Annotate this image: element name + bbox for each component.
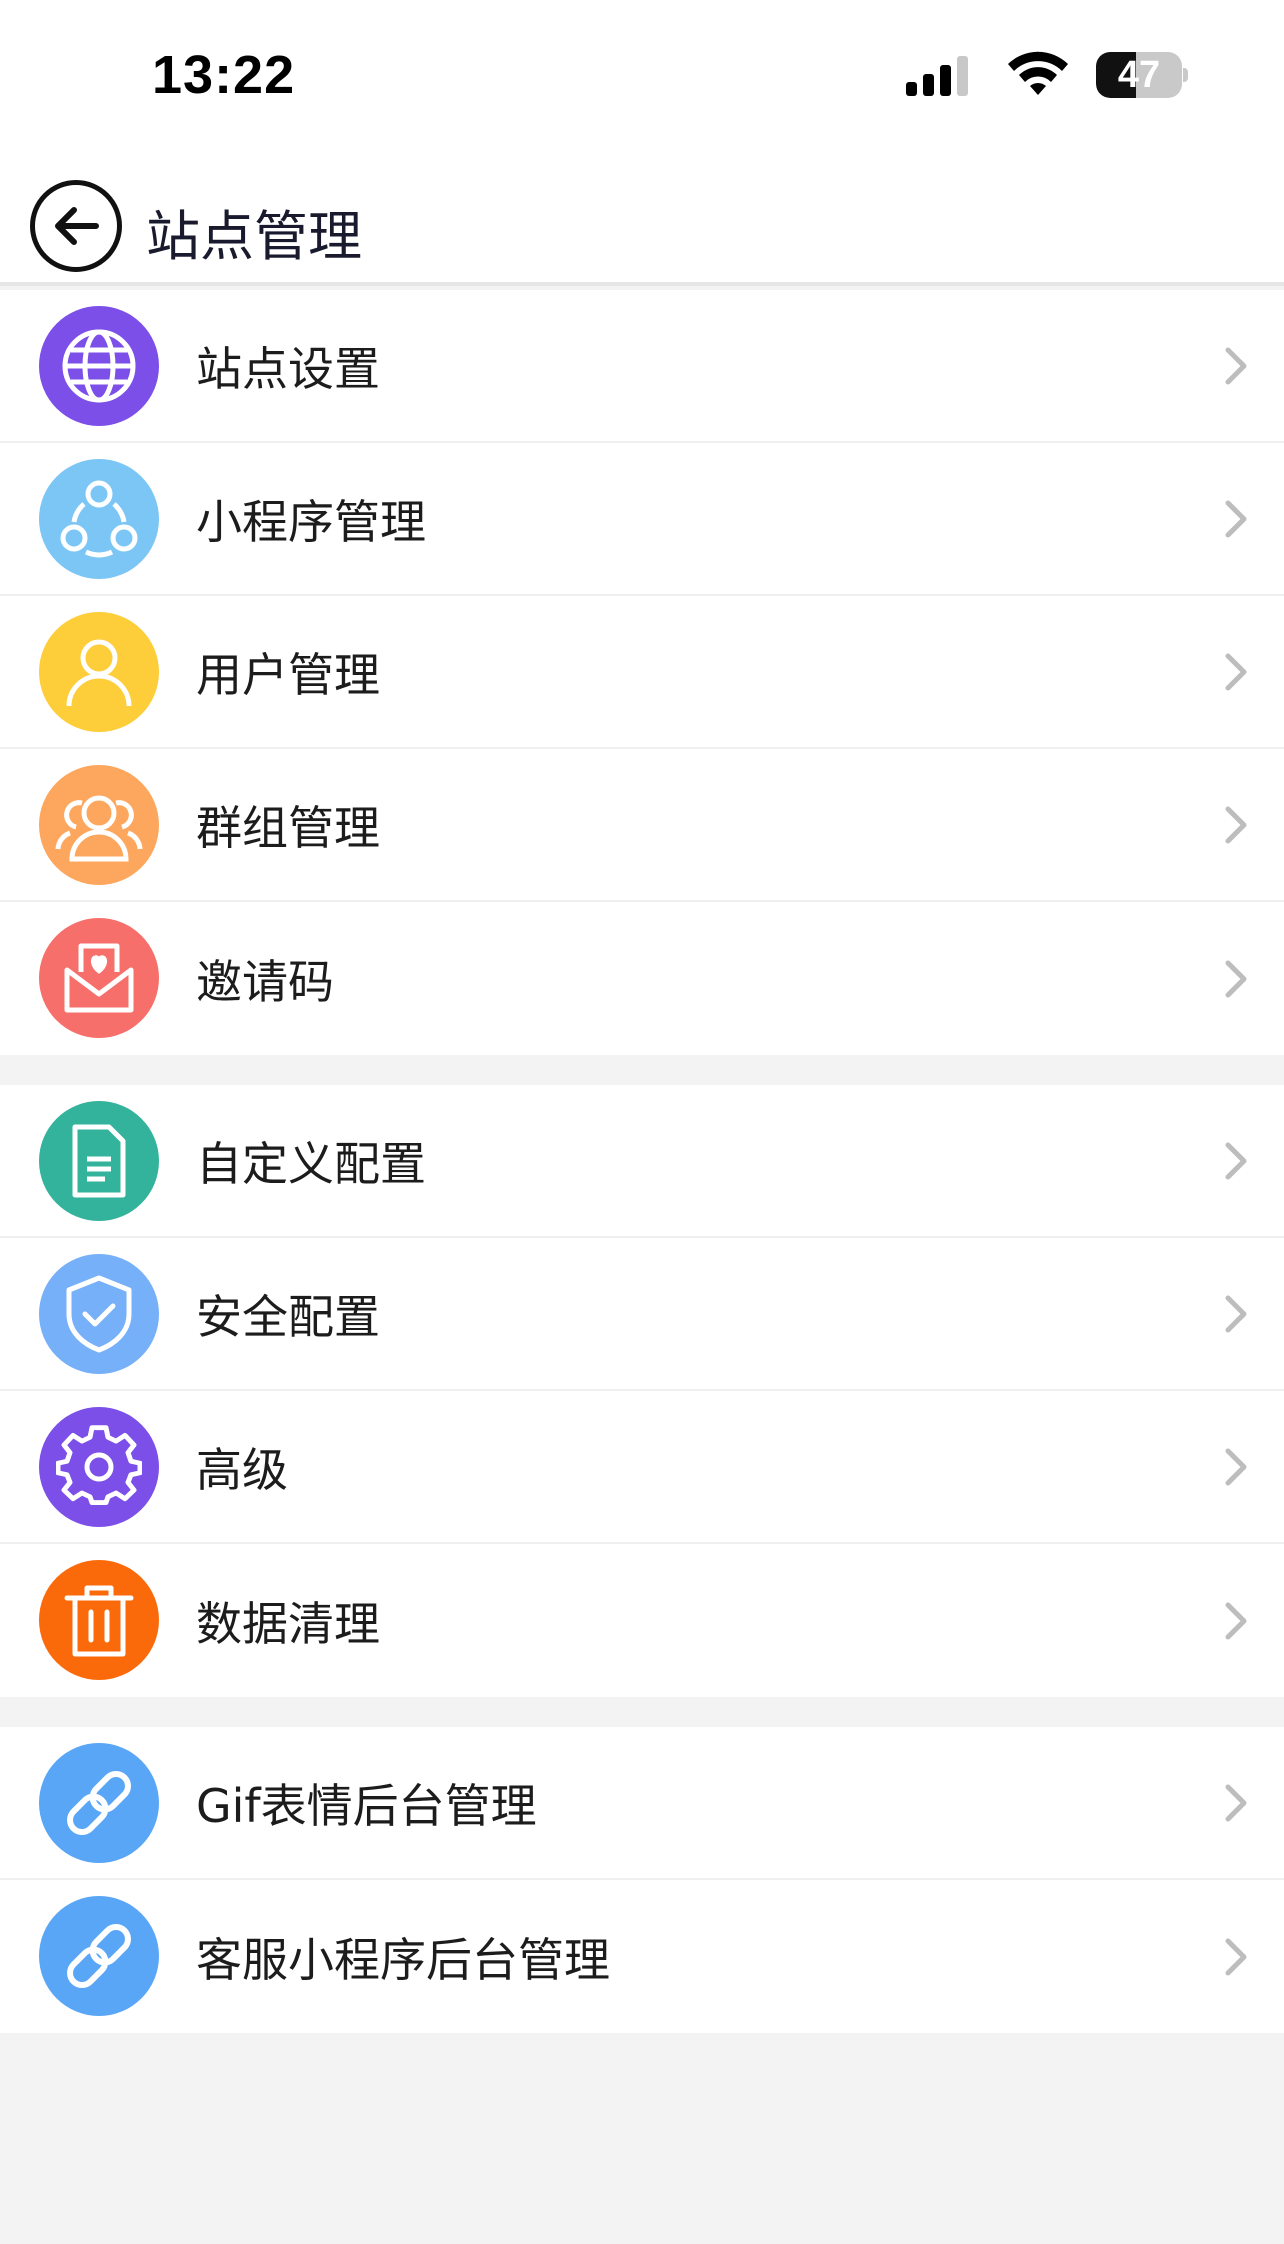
back-arrow-icon	[55, 207, 99, 245]
list-item-gif-admin[interactable]: Gif表情后台管理	[0, 1727, 1284, 1880]
battery-percent: 47	[1117, 54, 1161, 96]
user-icon	[39, 612, 159, 732]
chevron-right-icon	[1225, 653, 1247, 690]
list-item-group-management[interactable]: 群组管理	[0, 749, 1284, 902]
list-item-label: 用户管理	[196, 647, 380, 702]
list-item-invite-code[interactable]: 邀请码	[0, 902, 1284, 1055]
battery-icon: 47	[1096, 52, 1188, 98]
shield-check-icon	[39, 1254, 159, 1374]
list-item-label: 安全配置	[196, 1289, 380, 1344]
list-item-label: 自定义配置	[196, 1136, 426, 1191]
list-item-label: Gif表情后台管理	[196, 1778, 537, 1833]
list-item-label: 客服小程序后台管理	[196, 1932, 610, 1987]
chevron-right-icon	[1225, 1784, 1247, 1821]
list-item-label: 数据清理	[196, 1596, 380, 1651]
back-button[interactable]	[30, 180, 122, 272]
settings-group-3: Gif表情后台管理 客服小程序后台管理	[0, 1727, 1284, 2033]
list-item-label: 小程序管理	[196, 494, 426, 549]
list-item-label: 高级	[196, 1442, 288, 1497]
settings-group-2: 自定义配置 安全配置 高级 数据清理	[0, 1085, 1284, 1697]
list-item-label: 站点设置	[196, 341, 380, 396]
list-item-miniprogram[interactable]: 小程序管理	[0, 443, 1284, 596]
page-title: 站点管理	[146, 205, 362, 268]
list-item-site-settings[interactable]: 站点设置	[0, 290, 1284, 443]
cellular-signal-icon	[906, 54, 974, 96]
envelope-heart-icon	[39, 918, 159, 1038]
wifi-icon	[1008, 51, 1068, 95]
document-icon	[39, 1101, 159, 1221]
list-item-label: 邀请码	[196, 954, 334, 1009]
list-item-label: 群组管理	[196, 800, 380, 855]
gear-icon	[39, 1407, 159, 1527]
users-icon	[39, 765, 159, 885]
chevron-right-icon	[1225, 1142, 1247, 1179]
chevron-right-icon	[1225, 1448, 1247, 1485]
chevron-right-icon	[1225, 960, 1247, 997]
link-icon	[39, 1896, 159, 2016]
list-item-data-cleanup[interactable]: 数据清理	[0, 1544, 1284, 1697]
share-nodes-icon	[39, 459, 159, 579]
chevron-right-icon	[1225, 347, 1247, 384]
settings-group-1: 站点设置 小程序管理 用户管理 群组管理 邀请码	[0, 290, 1284, 1055]
status-icons: 47	[906, 50, 1188, 100]
list-item-security-config[interactable]: 安全配置	[0, 1238, 1284, 1391]
list-item-custom-config[interactable]: 自定义配置	[0, 1085, 1284, 1238]
status-bar: 13:22 47	[0, 0, 1284, 150]
chevron-right-icon	[1225, 1938, 1247, 1975]
list-item-user-management[interactable]: 用户管理	[0, 596, 1284, 749]
list-item-customer-service-admin[interactable]: 客服小程序后台管理	[0, 1880, 1284, 2033]
list-item-advanced[interactable]: 高级	[0, 1391, 1284, 1544]
globe-icon	[39, 306, 159, 426]
chevron-right-icon	[1225, 500, 1247, 537]
trash-icon	[39, 1560, 159, 1680]
chevron-right-icon	[1225, 806, 1247, 843]
status-time: 13:22	[152, 45, 296, 105]
link-icon	[39, 1743, 159, 1863]
chevron-right-icon	[1225, 1295, 1247, 1332]
chevron-right-icon	[1225, 1602, 1247, 1639]
navigation-bar: 站点管理	[0, 150, 1284, 286]
